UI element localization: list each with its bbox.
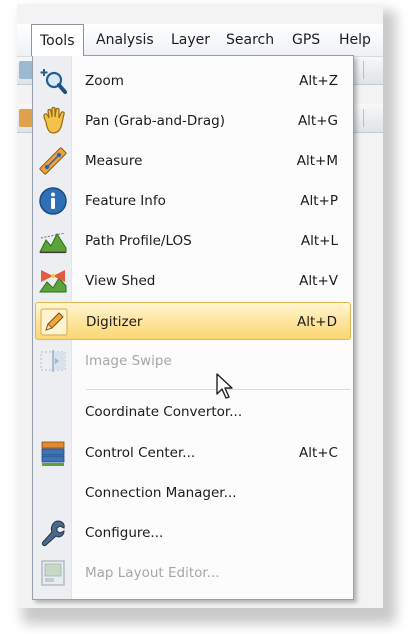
- menu-item-label: Digitizer: [86, 314, 143, 330]
- menu-item-pan[interactable]: Pan (Grab-and-Drag) Alt+G: [35, 102, 351, 140]
- menu-search[interactable]: Search: [218, 24, 282, 56]
- menu-tools[interactable]: Tools: [31, 24, 84, 56]
- menu-item-label: Pan (Grab-and-Drag): [85, 113, 225, 129]
- toolbar-icon[interactable]: [19, 109, 33, 127]
- menu-item-shortcut: Alt+C: [298, 445, 338, 461]
- toolbar-separator: [363, 61, 364, 79]
- menu-item-coordinate-convertor[interactable]: Coordinate Convertor...: [35, 393, 351, 431]
- wrench-icon: [38, 518, 68, 548]
- menu-item-label: Feature Info: [85, 193, 166, 209]
- menu-item-control-center[interactable]: Control Center... Alt+C: [35, 434, 351, 472]
- menu-item-zoom[interactable]: Zoom Alt+Z: [35, 62, 351, 100]
- map-layout-icon: [38, 558, 68, 588]
- menu-item-shortcut: Alt+D: [297, 314, 337, 330]
- toolbar-separator: [363, 109, 364, 127]
- view-shed-icon: [38, 266, 68, 296]
- info-icon: [38, 186, 68, 216]
- menu-item-label: Image Swipe: [85, 353, 172, 369]
- menu-item-shortcut: Alt+P: [300, 193, 338, 209]
- menu-item-label: Path Profile/LOS: [85, 233, 192, 249]
- menu-item-shortcut: Alt+Z: [299, 73, 338, 89]
- menu-item-label: Control Center...: [85, 445, 196, 461]
- toolbar-icon[interactable]: [19, 61, 33, 79]
- menu-item-path-profile[interactable]: Path Profile/LOS Alt+L: [35, 222, 351, 260]
- pencil-icon: [39, 307, 69, 337]
- menu-bar: Tools Analysis Layer Search GPS Help: [17, 24, 383, 57]
- menu-item-view-shed[interactable]: View Shed Alt+V: [35, 262, 351, 300]
- menu-item-label: Configure...: [85, 525, 164, 541]
- mouse-cursor: [215, 372, 235, 400]
- menu-item-map-layout-editor: Map Layout Editor...: [35, 554, 351, 592]
- menu-item-feature-info[interactable]: Feature Info Alt+P: [35, 182, 351, 220]
- menu-item-shortcut: Alt+L: [300, 233, 338, 249]
- menu-item-label: Zoom: [85, 73, 124, 89]
- zoom-icon: [38, 66, 68, 96]
- menu-item-shortcut: Alt+V: [299, 273, 338, 289]
- menu-item-shortcut: Alt+M: [296, 153, 338, 169]
- image-swipe-icon: [38, 346, 68, 376]
- menu-item-label: Connection Manager...: [85, 485, 237, 501]
- menu-help[interactable]: Help: [331, 24, 379, 56]
- menu-gps[interactable]: GPS: [284, 24, 328, 56]
- menu-item-label: Measure: [85, 153, 143, 169]
- menu-item-digitizer[interactable]: Digitizer Alt+D: [35, 302, 351, 340]
- menu-analysis[interactable]: Analysis: [88, 24, 162, 56]
- menu-item-image-swipe: Image Swipe: [35, 342, 351, 380]
- menu-item-label: View Shed: [85, 273, 156, 289]
- tools-dropdown-menu: Zoom Alt+Z Pan (Grab-and-Drag) Alt+G Mea…: [32, 55, 354, 600]
- menu-layer[interactable]: Layer: [163, 24, 218, 56]
- menu-item-shortcut: Alt+G: [297, 113, 338, 129]
- menu-item-configure[interactable]: Configure...: [35, 514, 351, 552]
- ruler-icon: [38, 146, 68, 176]
- terrain-profile-icon: [38, 226, 68, 256]
- control-center-icon: [38, 438, 68, 468]
- menu-item-measure[interactable]: Measure Alt+M: [35, 142, 351, 180]
- hand-icon: [38, 106, 68, 136]
- menu-item-connection-manager[interactable]: Connection Manager...: [35, 474, 351, 512]
- menu-item-label: Map Layout Editor...: [85, 565, 220, 581]
- application-window: Tools Analysis Layer Search GPS Help Zoo…: [17, 4, 383, 608]
